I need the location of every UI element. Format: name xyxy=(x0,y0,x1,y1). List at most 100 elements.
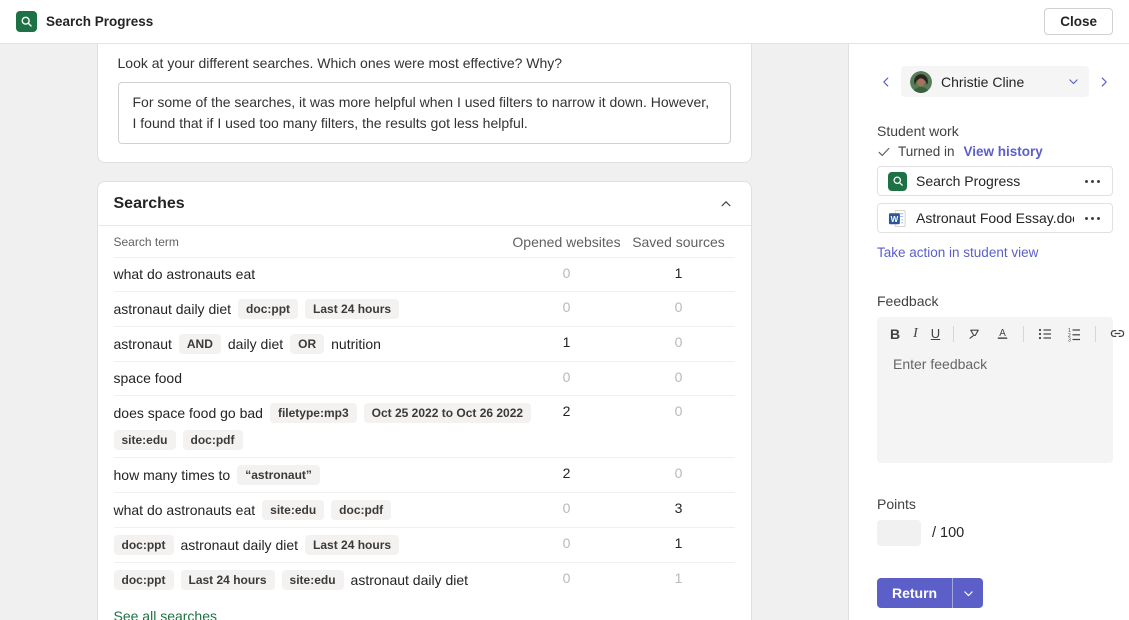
search-term-cell: doc:pptastronaut daily dietLast 24 hours xyxy=(114,528,511,562)
feedback-label: Feedback xyxy=(877,293,1113,309)
feedback-editor: B I U A 123 xyxy=(877,317,1113,463)
table-row: what do astronauts eat01 xyxy=(114,257,735,291)
saved-sources-count: 0 xyxy=(623,362,735,385)
return-button[interactable]: Return xyxy=(877,578,952,608)
return-options-button[interactable] xyxy=(953,578,983,608)
searches-card: Searches Search term Opened websites Sav… xyxy=(97,181,752,620)
searches-table-body: what do astronauts eat01astronaut daily … xyxy=(114,257,735,597)
opened-websites-count: 0 xyxy=(511,292,623,315)
chevron-left-icon xyxy=(879,75,893,89)
font-color-icon: A xyxy=(995,326,1010,341)
saved-sources-count: 1 xyxy=(623,528,735,551)
svg-text:W: W xyxy=(891,215,899,224)
column-header-saved-sources: Saved sources xyxy=(623,234,735,250)
student-name: Christie Cline xyxy=(941,74,1067,90)
saved-sources-count: 1 xyxy=(623,258,735,281)
table-row: does space food go badfiletype:mp3Oct 25… xyxy=(114,395,735,457)
table-row: how many times to“astronaut”20 xyxy=(114,457,735,492)
search-term-text: daily diet xyxy=(228,335,283,354)
table-row: astronautANDdaily dietORnutrition10 xyxy=(114,326,735,361)
more-options-icon[interactable] xyxy=(1083,213,1102,224)
search-filter-tag: doc:pdf xyxy=(183,430,243,450)
underline-button[interactable]: U xyxy=(931,326,940,341)
turned-in-label: Turned in xyxy=(898,144,955,159)
bullet-list-button[interactable] xyxy=(1037,326,1053,342)
search-term-cell: doc:pptLast 24 hourssite:eduastronaut da… xyxy=(114,563,511,597)
avatar-photo xyxy=(910,71,932,93)
bold-button[interactable]: B xyxy=(890,326,900,342)
attachment-name: Astronaut Food Essay.docx xyxy=(916,210,1074,226)
numbered-list-button[interactable]: 123 xyxy=(1066,326,1082,342)
font-color-button[interactable]: A xyxy=(995,326,1010,341)
search-filter-tag: site:edu xyxy=(282,570,344,590)
link-icon xyxy=(1109,325,1126,342)
highlight-button[interactable] xyxy=(967,326,982,341)
toolbar-divider xyxy=(1023,326,1024,342)
searches-table: Search term Opened websites Saved source… xyxy=(98,226,751,597)
search-term-text: does space food go bad xyxy=(114,404,263,423)
search-filter-tag: site:edu xyxy=(262,500,324,520)
attachment-essay-docx[interactable]: W Astronaut Food Essay.docx xyxy=(877,203,1113,233)
student-selector-dropdown[interactable]: Christie Cline xyxy=(901,66,1089,97)
chevron-right-icon xyxy=(1097,75,1111,89)
saved-sources-count: 1 xyxy=(623,563,735,586)
chevron-up-icon xyxy=(719,197,733,211)
search-term-cell: does space food go badfiletype:mp3Oct 25… xyxy=(114,396,511,457)
numbered-list-icon: 123 xyxy=(1066,326,1082,342)
italic-button[interactable]: I xyxy=(913,326,918,342)
opened-websites-count: 0 xyxy=(511,362,623,385)
insert-link-button[interactable] xyxy=(1109,325,1126,342)
search-term-text: astronaut daily diet xyxy=(181,536,299,555)
take-action-link[interactable]: Take action in student view xyxy=(877,245,1038,260)
search-filter-tag: “astronaut” xyxy=(237,465,320,485)
opened-websites-count: 1 xyxy=(511,327,623,350)
column-header-search-term: Search term xyxy=(114,235,511,249)
opened-websites-count: 0 xyxy=(511,528,623,551)
see-all-searches-link[interactable]: See all searches xyxy=(114,608,218,620)
search-term-text: what do astronauts eat xyxy=(114,265,256,284)
search-filter-tag: Last 24 hours xyxy=(181,570,275,590)
search-term-cell: how many times to“astronaut” xyxy=(114,458,511,492)
next-student-button[interactable] xyxy=(1095,73,1113,91)
column-header-opened-websites: Opened websites xyxy=(511,234,623,250)
search-filter-tag: site:edu xyxy=(114,430,176,450)
bullet-list-icon xyxy=(1037,326,1053,342)
saved-sources-count: 0 xyxy=(623,327,735,350)
search-filter-tag: filetype:mp3 xyxy=(270,403,357,423)
view-history-link[interactable]: View history xyxy=(964,144,1043,159)
searches-table-header: Search term Opened websites Saved source… xyxy=(114,226,735,257)
opened-websites-count: 2 xyxy=(511,458,623,481)
points-input[interactable] xyxy=(877,520,921,546)
searches-header: Searches xyxy=(98,182,751,226)
more-options-icon[interactable] xyxy=(1083,176,1102,187)
close-button[interactable]: Close xyxy=(1044,8,1113,35)
top-bar: Search Progress Close xyxy=(0,0,1129,44)
points-max: / 100 xyxy=(932,525,964,541)
return-split-button[interactable]: Return xyxy=(877,578,983,608)
search-term-cell: astronautANDdaily dietORnutrition xyxy=(114,327,511,361)
question-text: Look at your different searches. Which o… xyxy=(118,55,731,71)
search-filter-tag: AND xyxy=(179,334,221,354)
search-term-text: what do astronauts eat xyxy=(114,501,256,520)
question-card: Look at your different searches. Which o… xyxy=(97,44,752,163)
previous-student-button[interactable] xyxy=(877,73,895,91)
collapse-searches-button[interactable] xyxy=(717,195,735,213)
svg-text:A: A xyxy=(999,328,1006,339)
table-row: doc:pptLast 24 hourssite:eduastronaut da… xyxy=(114,562,735,597)
table-row: what do astronauts eatsite:edudoc:pdf03 xyxy=(114,492,735,527)
opened-websites-count: 0 xyxy=(511,563,623,586)
search-term-text: astronaut daily diet xyxy=(114,300,232,319)
toolbar-divider xyxy=(1095,326,1096,342)
attachment-search-progress[interactable]: Search Progress xyxy=(877,166,1113,196)
saved-sources-count: 0 xyxy=(623,458,735,481)
search-progress-app-icon xyxy=(16,11,37,32)
search-filter-tag: doc:ppt xyxy=(238,299,298,319)
search-term-text: astronaut daily diet xyxy=(351,571,469,590)
feedback-input[interactable]: Enter feedback xyxy=(877,345,1113,383)
search-term-text: nutrition xyxy=(331,335,381,354)
saved-sources-count: 0 xyxy=(623,292,735,315)
search-filter-tag: Last 24 hours xyxy=(305,299,399,319)
search-term-cell: astronaut daily diet doc:ppt Last 24 hours xyxy=(114,292,511,326)
table-row: space food00 xyxy=(114,361,735,395)
svg-text:3: 3 xyxy=(1068,337,1071,342)
